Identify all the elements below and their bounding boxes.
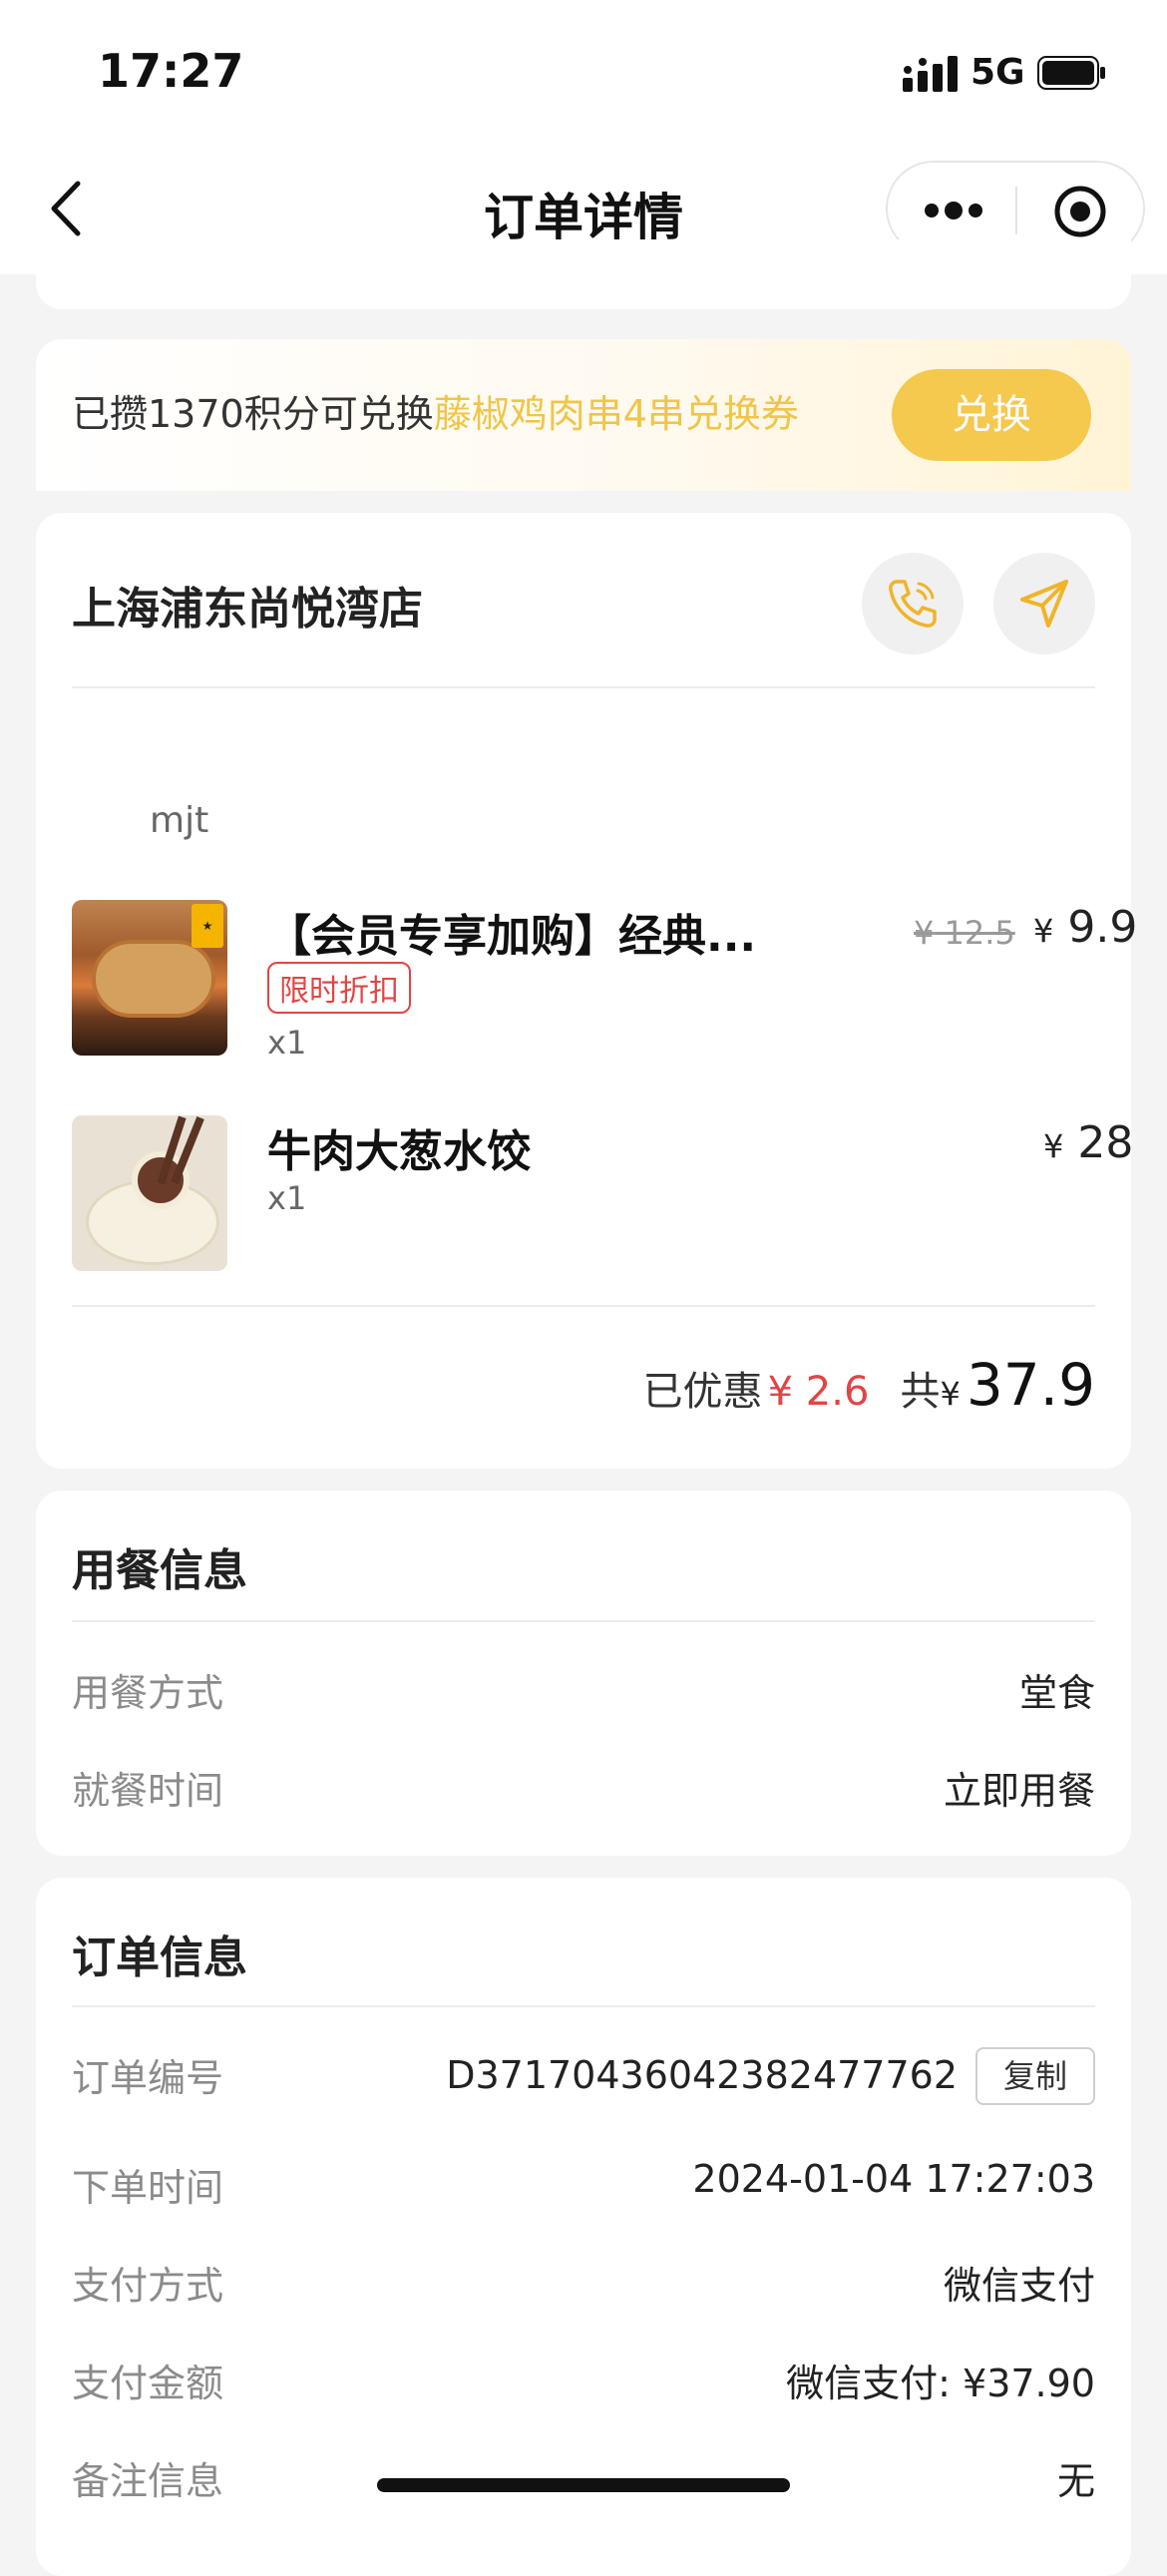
order-divider [72,2005,1095,2007]
copy-button[interactable]: 复制 [975,2047,1095,2105]
order-info-card: 订单信息 订单编号 D37170436042382477762 复制 下单时间 … [36,1878,1131,2576]
item-price: ¥ 9.9 [1033,902,1137,953]
dining-time-value: 立即用餐 [943,1769,1095,1813]
currency-symbol: ¥ [1033,912,1054,950]
dining-time-label: 就餐时间 [72,1769,224,1813]
total-currency: ¥ [940,1375,961,1413]
item-name: 【会员专享加购】经典... [267,911,757,962]
points-prefix: 已攒1370积分可兑换 [72,392,434,436]
item-original-price: ¥ 12.5 [914,914,1015,952]
more-icon[interactable] [924,199,983,222]
payment-amount-label: 支付金额 [72,2361,224,2405]
currency-symbol: ¥ [914,914,935,952]
payment-amount-value: 微信支付: ¥37.90 [786,2361,1095,2405]
price-value: 28 [1077,1117,1134,1168]
battery-icon [1037,56,1105,90]
status-time: 17:27 [98,44,244,98]
item-image [72,1115,227,1271]
capsule-divider [1015,187,1017,234]
close-miniprogram-icon[interactable] [1053,185,1107,238]
item-quantity: x1 [267,1179,307,1217]
discount-amount: ¥ 2.6 [767,1369,870,1415]
order-summary: 已优惠 ¥ 2.6 共¥ 37.9 [643,1351,1095,1419]
status-bar: 17:27 5G [0,0,1167,150]
navigate-store-button[interactable] [993,553,1095,654]
order-info-title: 订单信息 [72,1932,247,1983]
order-item: 牛肉大葱水饺 ¥ 28 x1 [72,1115,1133,1275]
phone-icon [889,580,937,628]
store-name: 上海浦东尚悦湾店 [72,584,423,635]
item-price: ¥ 28 [1043,1117,1133,1168]
discount-tag: 限时折扣 [267,962,411,1014]
navigation-arrow-icon [1020,580,1068,628]
item-name: 牛肉大葱水饺 [267,1126,531,1177]
points-reward: 藤椒鸡肉串4串兑换券 [433,392,799,436]
discount-label: 已优惠 [642,1369,763,1415]
currency-symbol: ¥ [1043,1127,1064,1165]
order-item: ★ 【会员专享加购】经典... ¥ 12.5 ¥ 9.9 限时折扣 x1 [72,900,1137,1070]
payment-method-value: 微信支付 [943,2264,1095,2308]
order-id-value: D37170436042382477762 [446,2053,958,2097]
price-value: 9.9 [1067,902,1138,953]
total-label: 共 [900,1369,941,1415]
dining-method-value: 堂食 [1018,1671,1095,1715]
dining-method-label: 用餐方式 [72,1671,224,1715]
original-price-value: 12.5 [944,914,1015,952]
points-text: 已攒1370积分可兑换藤椒鸡肉串4串兑换券 [72,383,799,438]
recommend-badge: ★ [192,904,223,948]
dining-info-card: 用餐信息 用餐方式 堂食 就餐时间 立即用餐 [36,1491,1131,1856]
store-divider [72,686,1095,688]
remark-label: 备注信息 [72,2459,224,2503]
order-items-card: 上海浦东尚悦湾店 mjt ★ 【会员专享加购】经典... ¥ 12.5 ¥ 9.… [36,513,1137,1469]
dining-info-title: 用餐信息 [72,1545,247,1596]
previous-card [36,239,1131,309]
dining-divider [72,1620,1095,1622]
network-type: 5G [971,52,1025,93]
cellular-signal-icon [903,56,958,92]
call-store-button[interactable] [862,553,964,654]
redeem-button[interactable]: 兑换 [892,369,1091,461]
remark-value: 无 [1056,2459,1095,2503]
item-quantity: x1 [267,1024,307,1062]
user-label: mjt [150,800,209,841]
order-time-label: 下单时间 [72,2166,224,2210]
item-image: ★ [72,900,227,1056]
total-amount: 37.9 [966,1351,1095,1419]
items-divider [72,1305,1095,1307]
payment-method-label: 支付方式 [72,2264,224,2308]
order-time-value: 2024-01-04 17:27:03 [692,2157,1095,2201]
order-id-label: 订单编号 [72,2056,224,2100]
points-banner: 已攒1370积分可兑换藤椒鸡肉串4串兑换券 兑换 [36,339,1131,491]
home-indicator [377,2478,790,2492]
